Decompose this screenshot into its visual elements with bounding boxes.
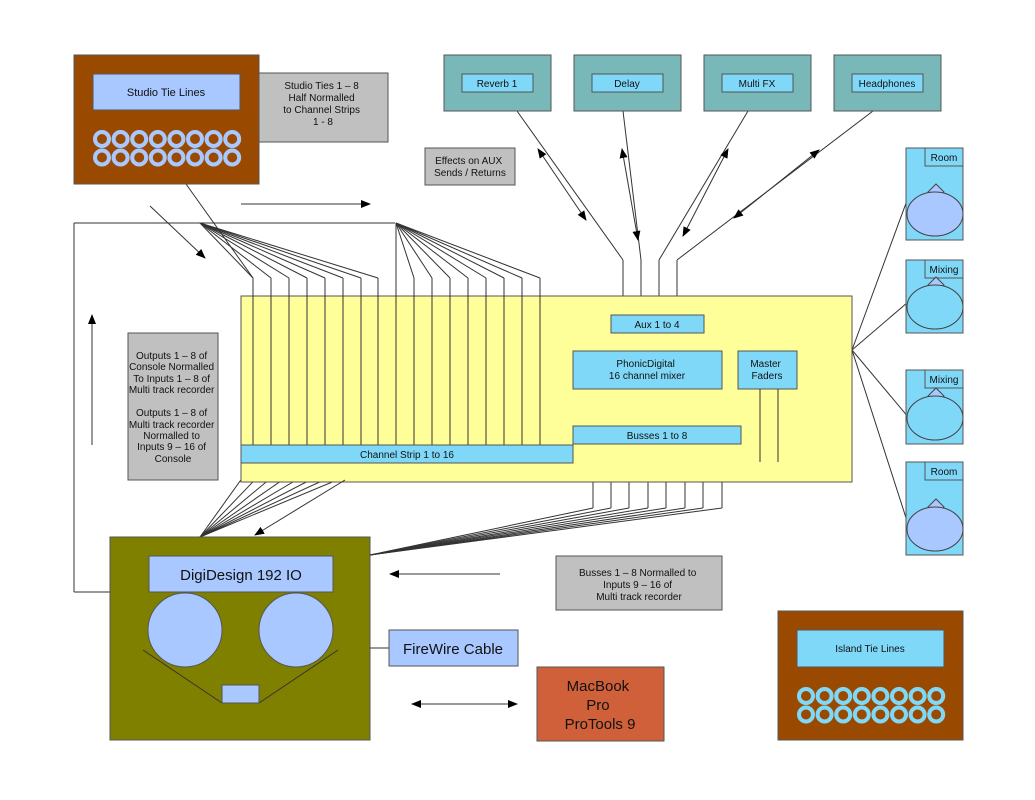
note-line: Console <box>155 454 192 465</box>
bus-fan-line <box>369 507 594 556</box>
effect-unit-headphones: Headphones <box>833 54 942 112</box>
note-line: Studio Ties 1 – 8 <box>284 81 359 92</box>
mixer-line: 16 channel mixer <box>609 371 686 382</box>
monitor-feed-line <box>851 203 907 351</box>
busses-label: Busses 1 to 8 <box>627 431 688 442</box>
tape-head <box>221 684 260 704</box>
studio-tie-label: Studio Tie Lines <box>127 87 206 99</box>
channel-fan-line <box>199 222 272 279</box>
note-line: Console Normalled <box>129 362 214 373</box>
effects-note-text: Effects on AUX Sends / Returns <box>434 156 506 179</box>
arrow-delay <box>619 148 641 241</box>
studio-note: Studio Ties 1 – 8 Half Normalled to Chan… <box>258 72 389 143</box>
note-line: Sends / Returns <box>434 168 506 179</box>
monitor-feed-line <box>851 349 907 415</box>
channel-fan-line <box>199 222 362 279</box>
arrow-down-right <box>149 205 206 259</box>
note-line: Effects on AUX <box>435 156 502 167</box>
tape-reel-left <box>147 592 223 668</box>
channel-fan-line <box>395 222 469 279</box>
mixer-box <box>572 350 723 390</box>
island-tie-lines-panel: Island Tie Lines <box>777 610 964 741</box>
effect-label: Headphones <box>859 79 916 90</box>
effect-label: Delay <box>614 79 640 90</box>
channel-fan-line <box>199 222 326 279</box>
note-line: Inputs 9 – 16 of <box>603 580 672 591</box>
normalling-note-text: Outputs 1 – 8 of Console Normalled To In… <box>129 351 217 465</box>
speaker-woofer-icon <box>906 506 964 552</box>
diagram-canvas: Studio Tie Lines Studio Ties 1 – 8 Half … <box>73 54 964 742</box>
mixer-line: PhonicDigital <box>616 359 674 370</box>
aux-label: Aux 1 to 4 <box>634 320 679 331</box>
note-line: To Inputs 1 – 8 of <box>133 374 210 385</box>
monitor-speakers: Room Mixing Mixing Room <box>905 147 964 556</box>
monitor-label: Mixing <box>930 375 959 386</box>
bus-fan-line <box>369 507 723 556</box>
arrow-to-recorder <box>254 479 346 536</box>
normalling-note: Outputs 1 – 8 of Console Normalled To In… <box>127 332 219 481</box>
note-line: to Channel Strips <box>283 105 360 116</box>
arrow-reverb <box>537 148 587 221</box>
monitor-label: Room <box>931 153 958 164</box>
channel-fan-line <box>395 222 505 279</box>
tape-reel-right <box>258 592 334 668</box>
note-line: Outputs 1 – 8 of <box>136 351 207 362</box>
arrow-headphones <box>733 149 820 219</box>
macbook-line: Pro <box>586 697 609 714</box>
mixer-label: PhonicDigital 16 channel mixer <box>609 359 686 382</box>
note-line: Multi track recorder <box>129 420 215 431</box>
monitor-speaker-3: Mixing <box>905 369 964 445</box>
studio-signal-flow-diagram: Studio Tie Lines Studio Ties 1 – 8 Half … <box>0 0 1035 800</box>
speaker-woofer-icon <box>906 395 964 441</box>
recorder-label: DigiDesign 192 IO <box>180 567 302 584</box>
note-line: Multi track recorder <box>596 592 682 603</box>
macbook-line: ProTools 9 <box>565 716 636 733</box>
macbook-line: MacBook <box>567 678 630 695</box>
note-line: Busses 1 – 8 Normalled to <box>579 568 697 579</box>
channel-fan-line <box>199 222 308 279</box>
note-line: Half Normalled <box>289 93 355 104</box>
effect-label: Multi FX <box>739 79 776 90</box>
effects-units: Reverb 1 Delay Multi FX Headphones <box>443 54 942 112</box>
aux-send-line <box>622 110 642 261</box>
monitor-label: Room <box>931 467 958 478</box>
arrow-multi-fx <box>682 148 729 237</box>
effect-unit-delay: Delay <box>573 54 682 112</box>
note-line: Outputs 1 – 8 of <box>136 408 207 419</box>
effect-unit-reverb: Reverb 1 <box>443 54 552 112</box>
aux-send-line <box>658 110 749 261</box>
monitor-speaker-2: Mixing <box>905 259 964 334</box>
master-line: Master <box>750 359 781 370</box>
channel-fan-line <box>395 222 523 279</box>
channel-fan-line <box>395 222 487 279</box>
channel-fan-line <box>395 222 541 279</box>
monitor-feed-line <box>851 349 907 518</box>
note-line: Normalled to <box>143 431 200 442</box>
speaker-woofer-icon <box>906 191 964 237</box>
island-tie-label: Island Tie Lines <box>835 644 905 655</box>
master-faders-label: Master Faders <box>750 359 783 382</box>
master-line: Faders <box>751 371 782 382</box>
note-line: 1 - 8 <box>313 117 333 128</box>
note-line: Multi track recorder <box>129 385 215 396</box>
monitor-speaker-1: Room <box>905 147 964 241</box>
monitor-label: Mixing <box>930 265 959 276</box>
monitor-speaker-4: Room <box>905 461 964 556</box>
effect-label: Reverb 1 <box>477 79 518 90</box>
channel-strip-label: Channel Strip 1 to 16 <box>360 450 454 461</box>
effects-note: Effects on AUX Sends / Returns <box>424 147 516 186</box>
busses-note: Busses 1 – 8 Normalled to Inputs 9 – 16 … <box>555 555 723 611</box>
aux-send-line <box>516 110 624 261</box>
console-mixer: Aux 1 to 4 PhonicDigital 16 channel mixe… <box>240 278 853 483</box>
firewire-label: FireWire Cable <box>403 641 503 658</box>
studio-tie-lines-panel: Studio Tie Lines <box>73 54 260 185</box>
speaker-woofer-icon <box>906 284 964 330</box>
channel-fan-line <box>199 222 344 279</box>
note-line: Inputs 9 – 16 of <box>137 442 206 453</box>
digidesign-recorder: DigiDesign 192 IO <box>109 536 371 741</box>
master-faders-box <box>737 350 798 390</box>
effect-unit-multi-fx: Multi FX <box>703 54 812 112</box>
